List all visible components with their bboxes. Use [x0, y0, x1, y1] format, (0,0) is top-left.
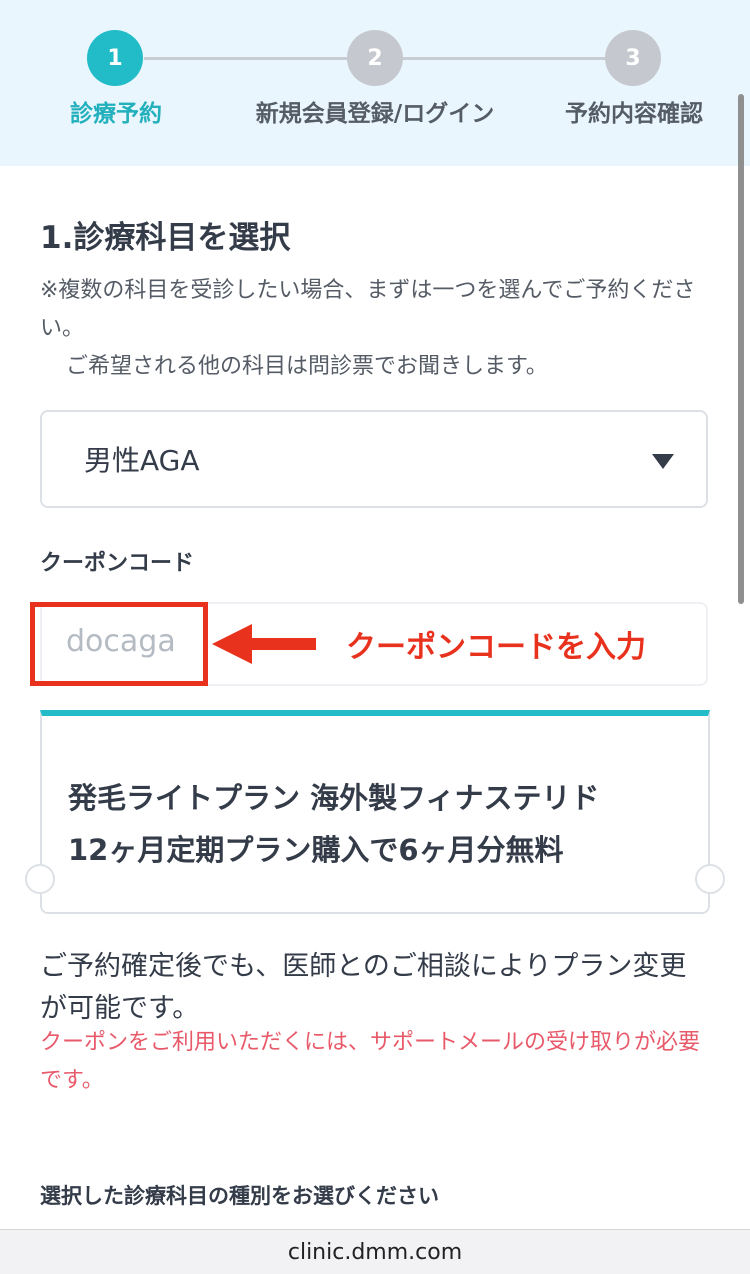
section-title: 1.診療科目を選択 [40, 220, 291, 256]
arrow-left-icon [212, 624, 316, 664]
section-note: ※複数の科目を受診したい場合、まずは一つを選んでご予約ください。 ご希望される他… [40, 272, 710, 386]
note-line-1: ※複数の科目を受診したい場合、まずは一つを選んでご予約ください。 [40, 278, 696, 341]
caret-down-icon [652, 454, 674, 469]
ticket-notch-left [25, 864, 55, 894]
department-select-value: 男性AGA [84, 444, 200, 477]
browser-url-bar[interactable]: clinic.dmm.com [0, 1229, 750, 1274]
step-1-label: 診療予約 [70, 101, 162, 127]
step-1-indicator: 1 [87, 30, 143, 86]
note-line-2: ご希望される他の科目は問診票でお聞きします。 [66, 354, 548, 379]
step-2-indicator: 2 [347, 30, 403, 86]
progress-stepper: 1 2 3 診療予約 新規会員登録/ログイン 予約内容確認 [0, 0, 750, 166]
step-connector [144, 57, 348, 60]
plan-description: 発毛ライトプラン 海外製フィナステリド 12ヶ月定期プラン購入で6ヶ月分無料 [68, 772, 600, 876]
plan-change-info: ご予約確定後でも、医師とのご相談によりプラン変更が可能です。 [40, 951, 687, 1024]
department-select[interactable]: 男性AGA [40, 410, 708, 508]
coupon-label: クーポンコード [40, 551, 195, 576]
ticket-notch-right [695, 864, 725, 894]
page-scrollbar[interactable] [738, 94, 744, 604]
plan-line-1: 発毛ライトプラン 海外製フィナステリド [68, 781, 600, 815]
url-text: clinic.dmm.com [287, 1239, 463, 1265]
coupon-warning: クーポンをご利用いただくには、サポートメールの受け取りが必要です。 [40, 1030, 701, 1093]
step-2-label: 新規会員登録/ログイン [255, 101, 495, 127]
step-connector [402, 57, 606, 60]
type-subheading: 選択した診療科目の種別をお選びください [40, 1184, 439, 1208]
annotation-highlight-box [30, 602, 208, 686]
step-3-label: 予約内容確認 [565, 101, 703, 127]
plan-line-2: 12ヶ月定期プラン購入で6ヶ月分無料 [68, 833, 564, 867]
step-3-indicator: 3 [605, 30, 661, 86]
coupon-annotation: クーポンコードを入力 [346, 630, 646, 665]
coupon-plan-card: 発毛ライトプラン 海外製フィナステリド 12ヶ月定期プラン購入で6ヶ月分無料 [25, 710, 725, 914]
